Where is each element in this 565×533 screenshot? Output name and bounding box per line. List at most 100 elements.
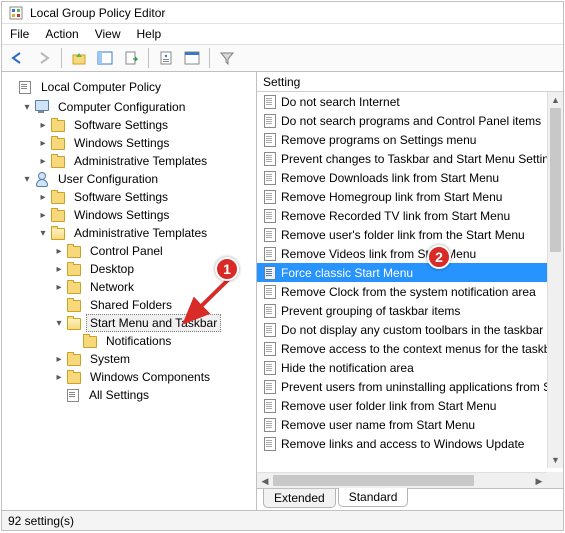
expand-icon[interactable]: ▸ — [36, 154, 50, 168]
collapse-icon[interactable]: ▾ — [52, 316, 66, 330]
tree-node-notifications[interactable]: ▸ Notifications — [4, 332, 256, 350]
scroll-left-icon[interactable]: ◀ — [257, 473, 273, 488]
menu-action[interactable]: Action — [45, 27, 78, 41]
expand-icon[interactable]: ▸ — [52, 262, 66, 276]
list-row[interactable]: Remove Downloads link from Start Menu — [257, 168, 563, 187]
menu-file[interactable]: File — [10, 27, 29, 41]
up-button[interactable] — [67, 47, 91, 69]
scroll-thumb[interactable] — [273, 475, 474, 486]
list-row[interactable]: Prevent grouping of taskbar items — [257, 301, 563, 320]
list-item-label: Prevent users from uninstalling applicat… — [281, 380, 563, 394]
properties-button[interactable] — [154, 47, 178, 69]
list-row[interactable]: Remove user's folder link from the Start… — [257, 225, 563, 244]
tree-node-user-configuration[interactable]: ▾ User Configuration — [4, 170, 256, 188]
tree-label: Software Settings — [70, 116, 172, 134]
list-row[interactable]: Remove user folder link from Start Menu — [257, 396, 563, 415]
folder-icon — [66, 370, 82, 384]
scroll-up-icon[interactable]: ▲ — [548, 92, 563, 108]
list-item-label: Remove user's folder link from the Start… — [281, 228, 525, 242]
expand-icon[interactable]: ▸ — [36, 190, 50, 204]
list-row[interactable]: Hide the notification area — [257, 358, 563, 377]
folder-icon — [50, 190, 66, 204]
collapse-icon[interactable]: ▾ — [36, 226, 50, 240]
list-row[interactable]: Remove programs on Settings menu — [257, 130, 563, 149]
window-title: Local Group Policy Editor — [30, 6, 165, 20]
list-row[interactable]: Do not search Internet — [257, 92, 563, 111]
tree-node-shared-folders[interactable]: ▸ Shared Folders — [4, 296, 256, 314]
list-row[interactable]: Remove user name from Start Menu — [257, 415, 563, 434]
expand-icon[interactable]: ▸ — [52, 352, 66, 366]
scroll-track[interactable] — [548, 108, 563, 452]
list-row[interactable]: Remove links and access to Windows Updat… — [257, 434, 563, 453]
expand-icon[interactable]: ▸ — [52, 244, 66, 258]
scroll-thumb[interactable] — [550, 108, 561, 252]
expand-icon[interactable]: ▸ — [36, 118, 50, 132]
tree-node-network[interactable]: ▸ Network — [4, 278, 256, 296]
tree-node-cc-software-settings[interactable]: ▸ Software Settings — [4, 116, 256, 134]
setting-icon — [263, 399, 277, 413]
list-row[interactable]: Remove Recorded TV link from Start Menu — [257, 206, 563, 225]
list-row[interactable]: Remove Clock from the system notificatio… — [257, 282, 563, 301]
filter-button[interactable] — [215, 47, 239, 69]
refresh-button[interactable] — [180, 47, 204, 69]
expand-icon[interactable]: ▸ — [52, 280, 66, 294]
list-item-label: Remove user name from Start Menu — [281, 418, 475, 432]
scroll-track[interactable] — [273, 473, 531, 488]
expand-icon[interactable]: ▸ — [52, 370, 66, 384]
policy-icon — [18, 80, 32, 94]
expand-icon[interactable]: ▸ — [36, 136, 50, 150]
tree-label: Computer Configuration — [54, 98, 189, 116]
tree-node-uc-admin-templates[interactable]: ▾ Administrative Templates — [4, 224, 256, 242]
horizontal-scrollbar[interactable]: ◀ ▶ — [257, 472, 547, 488]
folder-open-icon — [66, 316, 82, 330]
scroll-right-icon[interactable]: ▶ — [531, 473, 547, 488]
setting-icon — [263, 209, 277, 223]
tree-node-uc-software-settings[interactable]: ▸ Software Settings — [4, 188, 256, 206]
tab-extended[interactable]: Extended — [263, 489, 336, 508]
collapse-icon[interactable]: ▾ — [20, 100, 34, 114]
setting-icon — [263, 418, 277, 432]
tree-node-uc-windows-settings[interactable]: ▸ Windows Settings — [4, 206, 256, 224]
tab-standard[interactable]: Standard — [338, 488, 409, 507]
vertical-scrollbar[interactable]: ▲ ▼ — [547, 92, 563, 468]
list-row[interactable]: Prevent changes to Taskbar and Start Men… — [257, 149, 563, 168]
folder-icon — [66, 280, 82, 294]
back-button[interactable] — [6, 47, 30, 69]
tree-node-all-settings[interactable]: ▸ All Settings — [4, 386, 256, 404]
show-hide-tree-button[interactable] — [93, 47, 117, 69]
menu-help[interactable]: Help — [137, 27, 162, 41]
tree-node-computer-configuration[interactable]: ▾ Computer Configuration — [4, 98, 256, 116]
setting-icon — [263, 133, 277, 147]
tree-label: User Configuration — [54, 170, 162, 188]
folder-icon — [50, 118, 66, 132]
list-row[interactable]: Force classic Start Menu — [257, 263, 563, 282]
tree-root[interactable]: Local Computer Policy — [4, 76, 256, 98]
list-item-label: Remove programs on Settings menu — [281, 133, 476, 147]
list-column-header[interactable]: Setting — [257, 72, 563, 92]
scroll-down-icon[interactable]: ▼ — [548, 452, 563, 468]
menu-view[interactable]: View — [95, 27, 121, 41]
folder-icon — [66, 298, 82, 312]
tree-node-control-panel[interactable]: ▸ Control Panel — [4, 242, 256, 260]
setting-icon — [263, 342, 277, 356]
tree-node-cc-admin-templates[interactable]: ▸ Administrative Templates — [4, 152, 256, 170]
list-item-label: Remove Homegroup link from Start Menu — [281, 190, 502, 204]
list-item-label: Remove user folder link from Start Menu — [281, 399, 496, 413]
list-row[interactable]: Remove Videos link from Start Menu — [257, 244, 563, 263]
list-row[interactable]: Do not search programs and Control Panel… — [257, 111, 563, 130]
list-row[interactable]: Remove Homegroup link from Start Menu — [257, 187, 563, 206]
forward-button[interactable] — [32, 47, 56, 69]
collapse-icon[interactable]: ▾ — [20, 172, 34, 186]
list-row[interactable]: Remove access to the context menus for t… — [257, 339, 563, 358]
list-row[interactable]: Prevent users from uninstalling applicat… — [257, 377, 563, 396]
tree-node-start-menu-and-taskbar[interactable]: ▾ Start Menu and Taskbar — [4, 314, 256, 332]
tree-node-windows-components[interactable]: ▸ Windows Components — [4, 368, 256, 386]
setting-icon — [263, 285, 277, 299]
tree-node-cc-windows-settings[interactable]: ▸ Windows Settings — [4, 134, 256, 152]
tree-node-system[interactable]: ▸ System — [4, 350, 256, 368]
expand-icon[interactable]: ▸ — [36, 208, 50, 222]
export-list-button[interactable] — [119, 47, 143, 69]
list-item-label: Prevent changes to Taskbar and Start Men… — [281, 152, 562, 166]
list-row[interactable]: Do not display any custom toolbars in th… — [257, 320, 563, 339]
toolbar — [2, 44, 563, 72]
